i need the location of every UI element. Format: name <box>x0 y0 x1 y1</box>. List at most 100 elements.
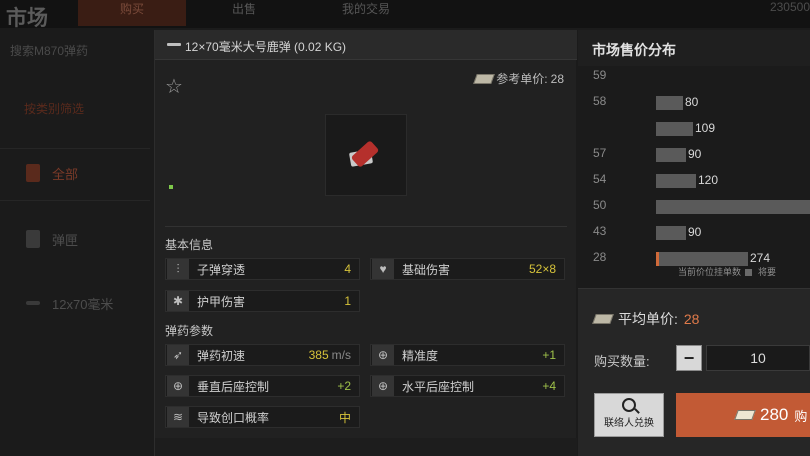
tab-buy[interactable]: 购买 <box>78 0 186 26</box>
market-price-panel: 市场售价分布 59 58 80 109 57 90 54 120 50 43 90 28 274 当前价… <box>578 30 810 456</box>
cash-icon <box>473 73 496 84</box>
penetration-icon: ⫶ <box>167 259 189 279</box>
average-price: 平均单价: 28 <box>592 309 700 329</box>
stat-penetration: ⫶ 子弹穿透 4 <box>165 258 360 280</box>
price-bar[interactable] <box>656 200 810 214</box>
ammo-box-icon <box>26 164 40 182</box>
price-distribution-chart[interactable]: 59 58 80 109 57 90 54 120 50 43 90 28 274 <box>578 66 810 290</box>
item-detail-panel: 12×70毫米大号鹿弹 (0.02 KG) ☆ 参考单价: 28 基本信息 ⫶ … <box>154 30 577 456</box>
category-all[interactable]: 全部 <box>0 148 150 198</box>
price-label: 28 <box>593 250 607 264</box>
stat-horizontal-recoil: ⊕ 水平后座控制 +4 <box>370 375 565 397</box>
status-dot <box>169 185 173 189</box>
stat-value: 52×8 <box>528 262 556 276</box>
panel-footer <box>155 438 577 456</box>
avg-price-value: 28 <box>683 311 700 327</box>
chart-legend: 当前价位挂单数 将要 <box>678 265 776 278</box>
page-title: 市场 <box>6 7 48 30</box>
avg-price-label: 平均单价: <box>618 311 678 327</box>
price-label: 58 <box>593 94 607 108</box>
stat-label: 护甲伤害 <box>197 294 246 309</box>
favorite-star-icon[interactable]: ☆ <box>165 74 183 99</box>
armor-damage-icon: ✱ <box>167 291 189 311</box>
item-image <box>325 114 407 196</box>
buy-label: 购 <box>794 408 808 424</box>
stat-unit: m/s <box>331 348 351 362</box>
reference-price: 参考单价: 28 <box>473 70 564 87</box>
stat-wound-chance: ≋ 导致创口概率 中 <box>165 406 360 428</box>
bullet-icon <box>26 301 40 305</box>
buy-button[interactable]: 280 购 <box>676 393 810 437</box>
stat-label: 导致创口概率 <box>197 410 270 425</box>
cash-icon <box>592 314 614 324</box>
legend-other-label: 将要 <box>758 267 777 277</box>
stat-value: +2 <box>337 379 351 393</box>
stat-value: 中 <box>338 410 351 425</box>
stat-accuracy: ⊕ 精准度 +1 <box>370 344 565 366</box>
item-title: 12×70毫米大号鹿弹 (0.02 KG) <box>185 40 347 54</box>
bar-count-label: 90 <box>688 147 702 161</box>
stat-value: 4 <box>344 262 351 276</box>
price-label: 43 <box>593 224 607 238</box>
stat-value: +1 <box>542 348 556 362</box>
magazine-icon <box>26 230 40 248</box>
stat-base-damage: ♥ 基础伤害 52×8 <box>370 258 565 280</box>
ref-price-label: 参考单价: <box>496 72 548 86</box>
currency-balance: 230500 <box>769 0 810 14</box>
stat-muzzle-velocity: ➶ 弹药初速 385 m/s <box>165 344 360 366</box>
bar-count-label: 109 <box>695 121 716 135</box>
vertical-recoil-icon: ⊕ <box>167 376 189 396</box>
horizontal-recoil-icon: ⊕ <box>372 376 394 396</box>
price-bar[interactable] <box>656 148 686 162</box>
bar-count-label: 274 <box>750 251 771 265</box>
stat-value: 1 <box>344 294 351 308</box>
quantity-label: 购买数量: <box>594 354 650 369</box>
stat-label: 基础伤害 <box>402 262 451 277</box>
price-label: 57 <box>593 146 607 160</box>
buy-area: 平均单价: 28 购买数量: − 10 联络人兑换 280 购 <box>578 288 810 456</box>
price-label: 59 <box>593 68 607 82</box>
bar-count-label: 120 <box>698 173 719 187</box>
price-bar[interactable] <box>656 174 696 188</box>
category-label: 弹匣 <box>52 232 79 248</box>
divider <box>165 226 567 227</box>
basic-info-title: 基本信息 <box>165 238 214 252</box>
price-bar[interactable] <box>656 122 693 136</box>
stat-label: 弹药初速 <box>197 348 246 363</box>
quantity-decrease-button[interactable]: − <box>676 345 702 371</box>
bullet-icon <box>167 43 181 46</box>
price-label: 50 <box>593 198 607 212</box>
category-label: 12x70毫米 <box>52 296 114 312</box>
stat-label: 精准度 <box>402 348 439 363</box>
price-bar[interactable] <box>656 226 686 240</box>
legend-current-label: 当前价位挂单数 <box>678 267 742 277</box>
search-input[interactable]: 搜索M870弹药 <box>10 42 88 59</box>
stat-label: 垂直后座控制 <box>197 379 270 394</box>
stat-value: +4 <box>542 379 556 393</box>
tab-sell[interactable]: 出售 <box>190 0 298 26</box>
velocity-icon: ➶ <box>167 345 189 365</box>
quantity-input[interactable]: 10 <box>706 345 810 371</box>
cash-icon <box>734 410 756 420</box>
stat-value: 385 <box>308 348 329 362</box>
price-bar[interactable] <box>656 96 683 110</box>
contact-exchange-label: 联络人兑换 <box>604 418 654 429</box>
price-bar[interactable] <box>656 252 748 266</box>
stat-vertical-recoil: ⊕ 垂直后座控制 +2 <box>165 375 360 397</box>
category-12x70[interactable]: 12x70毫米 <box>0 278 150 328</box>
category-magazine[interactable]: 弹匣 <box>0 214 150 264</box>
tab-my-trades[interactable]: 我的交易 <box>302 0 430 26</box>
item-header: 12×70毫米大号鹿弹 (0.02 KG) <box>155 30 577 60</box>
market-title: 市场售价分布 <box>592 42 676 58</box>
wound-icon: ≋ <box>167 407 189 427</box>
crosshair-icon: ⊕ <box>372 345 394 365</box>
ammo-params-title: 弹药参数 <box>165 324 214 338</box>
stat-label: 水平后座控制 <box>402 379 475 394</box>
price-label: 54 <box>593 172 607 186</box>
stat-label: 子弹穿透 <box>197 262 246 277</box>
divider <box>0 200 150 201</box>
contact-exchange-button[interactable]: 联络人兑换 <box>594 393 664 437</box>
ref-price-value: 28 <box>550 71 564 86</box>
filter-label: 按类别筛选 <box>24 102 85 116</box>
search-icon <box>622 398 636 412</box>
